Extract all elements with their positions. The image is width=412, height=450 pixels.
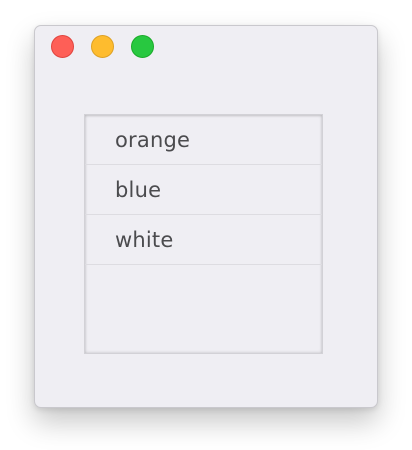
color-list[interactable]: orange blue white [84,114,323,354]
list-item-label: orange [115,127,191,152]
list-item[interactable]: white [85,215,322,265]
list-item-label: white [115,227,174,252]
close-window-button[interactable] [51,35,74,58]
list-item[interactable]: blue [85,165,322,215]
minimize-window-button[interactable] [91,35,114,58]
list-item-label: blue [115,177,162,202]
app-window: orange blue white [34,25,378,408]
zoom-window-button[interactable] [131,35,154,58]
list-item[interactable]: orange [85,115,322,165]
